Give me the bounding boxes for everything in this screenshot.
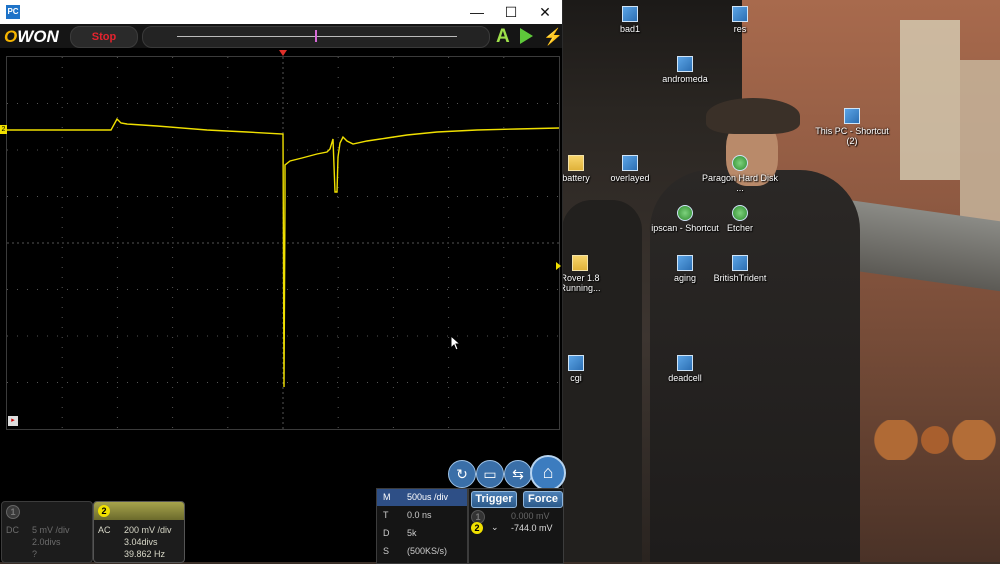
trigger-channel-2-level: -744.0 mV [511, 523, 553, 533]
channel-2-badge: 2 [98, 505, 110, 517]
desktop-icon-label: overlayed [610, 173, 650, 183]
timeline-track [177, 36, 457, 37]
timebase-row-depth[interactable]: D 5k [377, 525, 467, 542]
channel-1-offset: 2.0divs [32, 537, 61, 547]
channel-2-frequency: 39.862 Hz [124, 549, 166, 559]
wallpaper-figure-hat [706, 98, 800, 134]
channel-2-coupling: AC [98, 525, 111, 535]
minimize-button[interactable]: — [460, 0, 494, 24]
desktop-icon-label: battery [562, 173, 590, 183]
desktop-icon-label: Rover 1.8 Running... [559, 273, 601, 293]
channel-2-offset: 3.04divs [124, 537, 158, 547]
desktop-icon-deadcell[interactable]: deadcell [645, 355, 725, 383]
desktop-icon-label: cgi [570, 373, 582, 383]
image-file-icon [677, 255, 693, 271]
image-file-icon [732, 255, 748, 271]
mouse-pointer-icon [450, 335, 462, 351]
desktop-icon-overlayed[interactable]: overlayed [590, 155, 670, 183]
image-file-icon [677, 355, 693, 371]
disk-app-icon [732, 155, 748, 171]
trigger-level-marker[interactable] [556, 262, 561, 270]
folder-icon [568, 155, 584, 171]
channel-1-frequency: ? [32, 549, 38, 559]
scope-toolbar: OWON Stop A ⚡ [0, 24, 563, 48]
network-app-icon [677, 205, 693, 221]
single-trigger-icon[interactable]: ⚡ [543, 27, 563, 47]
timebase-row-trigger-time[interactable]: T 0.0 ns [377, 507, 467, 524]
app-icon: PC [6, 5, 20, 19]
force-trigger-button[interactable]: Force [523, 491, 563, 508]
timebase-row-main[interactable]: M 500us /div [377, 489, 467, 506]
close-button[interactable]: ✕ [528, 0, 562, 24]
wallpaper-poster [960, 60, 1000, 240]
timebase-row-sample-rate[interactable]: S (500KS/s) [377, 543, 467, 560]
waveform-display[interactable] [6, 56, 560, 430]
timeline-position-marker[interactable] [315, 30, 317, 42]
channel-2-trace [7, 117, 560, 388]
channel-2-volts-div: 200 mV /div [124, 525, 172, 535]
channel-2-panel[interactable]: 2 AC 200 mV /div 3.04divs 39.862 Hz [93, 501, 185, 563]
oscilloscope-window: PC — ☐ ✕ OWON Stop A ⚡ 2 ▸ ↻ ▭ ⇆ ⌂ 1 DC … [0, 0, 566, 564]
desktop-icon-label: deadcell [668, 373, 702, 383]
channel-1-badge: 1 [6, 505, 20, 519]
desktop-icon-label: andromeda [662, 74, 708, 84]
trigger-channel-2-badge: 2 [471, 522, 483, 534]
wallpaper-poster [900, 20, 960, 180]
maximize-button[interactable]: ☐ [494, 0, 528, 24]
wallpaper-bread [870, 420, 1000, 460]
run-icon[interactable] [520, 28, 533, 44]
desktop-icon-label: This PC - Shortcut (2) [815, 126, 889, 146]
channel-1-volts-div: 5 mV /div [32, 525, 70, 535]
run-stop-button[interactable]: Stop [70, 26, 138, 48]
save-icon[interactable]: ▭ [476, 460, 504, 488]
export-icon[interactable]: ⇆ [504, 460, 532, 488]
autoset-button[interactable]: A [496, 26, 510, 48]
owon-logo: OWON [4, 27, 59, 46]
folder-icon [572, 255, 588, 271]
home-icon[interactable]: ⌂ [530, 455, 566, 491]
etcher-app-icon [732, 205, 748, 221]
channel-1-coupling: DC [6, 525, 19, 535]
desktop-icon-label: bad1 [619, 24, 641, 34]
desktop-icon-this-pc[interactable]: This PC - Shortcut (2) [812, 108, 892, 146]
desktop-icon-britishtrident[interactable]: BritishTrident [700, 255, 780, 283]
desktop-icon-label: Paragon Hard Disk ... [701, 173, 779, 193]
timebase-panel[interactable]: M 500us /div T 0.0 ns D 5k S (500KS/s) [376, 488, 468, 564]
desktop-icon-bad1[interactable]: bad1 [590, 6, 670, 34]
reset-icon[interactable]: ↻ [448, 460, 476, 488]
trigger-panel[interactable]: Trigger Force 1 0.000 mV 2 ⌄ -744.0 mV [468, 488, 564, 564]
trigger-channel-1-level: 0.000 mV [511, 511, 550, 521]
channel-1-panel[interactable]: 1 DC 5 mV /div 2.0divs ? [1, 501, 93, 563]
trigger-button[interactable]: Trigger [471, 491, 517, 508]
channel-2-level-marker[interactable]: 2 [0, 125, 7, 134]
computer-shortcut-icon [844, 108, 860, 124]
desktop-icon-andromeda[interactable]: andromeda [645, 56, 725, 84]
title-bar[interactable]: PC — ☐ ✕ [0, 0, 562, 24]
desktop-icon-res[interactable]: res [700, 6, 780, 34]
screen-menu-tab[interactable]: ▸ [8, 416, 18, 426]
image-file-icon [732, 6, 748, 22]
desktop-icon-label: Etcher [726, 223, 753, 233]
falling-edge-icon: ⌄ [491, 522, 499, 532]
desktop-icon-label: aging [673, 273, 697, 283]
image-file-icon [568, 355, 584, 371]
desktop-icon-label: res [733, 24, 747, 34]
desktop-icon-paragon[interactable]: Paragon Hard Disk ... [700, 155, 780, 193]
memory-timeline-bar[interactable] [142, 26, 490, 48]
desktop-icon-etcher[interactable]: Etcher [700, 205, 780, 233]
image-file-icon [622, 155, 638, 171]
image-file-icon [622, 6, 638, 22]
desktop-icon-label: BritishTrident [713, 273, 767, 283]
image-file-icon [677, 56, 693, 72]
waveform-svg [7, 57, 560, 429]
